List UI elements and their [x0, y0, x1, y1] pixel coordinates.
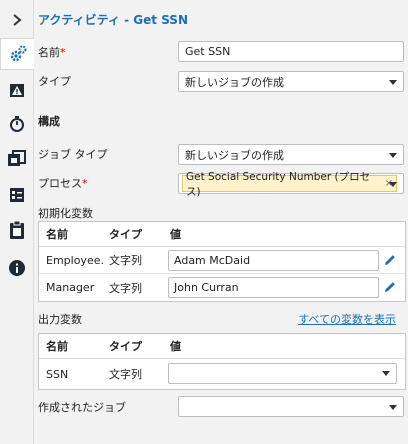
col-value-header: 値 [170, 340, 181, 353]
var-name: Employee... [46, 253, 104, 267]
col-value-header: 値 [170, 228, 181, 241]
chevron-down-icon [389, 182, 397, 187]
table-row: Manager 文字列 John Curran [39, 274, 405, 301]
var-type: 文字列 [109, 281, 142, 295]
edit-icon[interactable] [383, 280, 397, 294]
var-value-select[interactable] [168, 363, 397, 384]
chevron-down-icon [382, 371, 390, 376]
var-name: Manager [46, 281, 95, 294]
output-vars-table: 名前 タイプ 値 SSN 文字列 [38, 333, 406, 390]
config-section-title: 構成 [38, 115, 60, 128]
job-type-label: ジョブ タイプ [38, 148, 108, 161]
chevron-down-icon [389, 405, 397, 410]
col-name-header: 名前 [46, 228, 68, 241]
table-row: SSN 文字列 [39, 359, 405, 389]
process-select[interactable]: Get Social Security Number (プロセス) × [178, 171, 404, 198]
created-job-label: 作成されたジョブ [38, 401, 126, 414]
chevron-down-icon [389, 80, 397, 85]
created-job-select[interactable] [178, 396, 404, 417]
var-type: 文字列 [109, 254, 142, 267]
init-vars-table: 名前 タイプ 値 Employee... 文字列 Adam McDaid Man… [38, 221, 406, 302]
alert-icon[interactable] [0, 74, 34, 106]
checklist-icon[interactable] [0, 179, 34, 211]
col-type-header: タイプ [109, 228, 142, 241]
panel-title: アクティビティ - Get SSN [38, 13, 188, 27]
var-name: SSN [46, 367, 69, 381]
table-row: Employee... 文字列 Adam McDaid [39, 247, 405, 274]
process-chip: Get Social Security Number (プロセス) × [182, 171, 397, 198]
edit-icon[interactable] [383, 253, 397, 267]
name-label: 名前* [38, 46, 66, 59]
type-select-value: 新しいジョブの作成 [185, 75, 284, 89]
info-icon[interactable] [0, 252, 34, 284]
table-header: 名前 タイプ 値 [39, 334, 405, 359]
chevron-down-icon [389, 153, 397, 158]
output-vars-title: 出力変数 [38, 313, 82, 326]
gear-icon[interactable] [0, 38, 35, 70]
process-label: プロセス* [38, 177, 88, 190]
book-icon[interactable] [0, 143, 34, 175]
init-vars-title: 初期化変数 [38, 207, 93, 220]
collapse-icon[interactable] [0, 4, 34, 36]
type-select[interactable]: 新しいジョブの作成 [178, 71, 404, 92]
activity-panel: アクティビティ - Get SSN 名前* Get SSN タイプ 新しいジョブ… [34, 0, 408, 444]
show-all-variables-link[interactable]: すべての変数を表示 [298, 311, 396, 327]
process-chip-label: Get Social Security Number (プロセス) [186, 170, 371, 198]
col-type-header: タイプ [109, 340, 142, 353]
type-label: タイプ [38, 75, 71, 88]
side-rail [0, 0, 35, 444]
var-value-input[interactable]: Adam McDaid [168, 250, 379, 271]
clipboard-icon[interactable] [0, 214, 34, 246]
col-name-header: 名前 [46, 340, 68, 353]
table-header: 名前 タイプ 値 [39, 222, 405, 247]
var-value-input[interactable]: John Curran [168, 277, 379, 298]
var-type: 文字列 [109, 368, 142, 381]
job-type-select[interactable]: 新しいジョブの作成 [178, 144, 404, 165]
timer-icon[interactable] [0, 108, 34, 140]
name-input[interactable]: Get SSN [178, 41, 404, 62]
job-type-select-value: 新しいジョブの作成 [185, 148, 284, 162]
